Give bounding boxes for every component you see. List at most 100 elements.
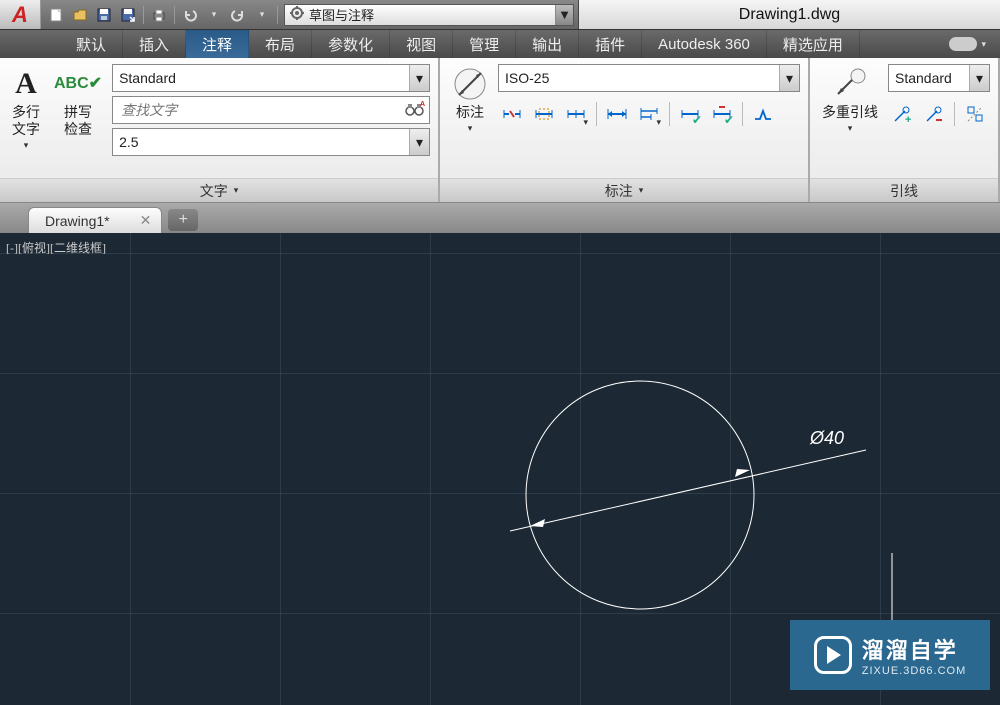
dim-style-dropdown[interactable]: ISO-25 ▾ [498, 64, 800, 92]
separator [669, 102, 670, 126]
tab-insert[interactable]: 插入 [123, 30, 186, 58]
watermark: 溜溜自学 ZIXUE.3D66.COM [790, 620, 990, 690]
tab-output[interactable]: 输出 [516, 30, 579, 58]
tab-manage[interactable]: 管理 [453, 30, 516, 58]
dim-continue-icon[interactable]: ▾ [562, 100, 590, 128]
save-icon[interactable] [93, 4, 115, 26]
chevron-down-icon[interactable]: ▾ [409, 129, 429, 155]
dimension-text: Ø40 [810, 428, 844, 449]
app-logo[interactable]: A [0, 0, 40, 29]
chevron-down-icon: ▾ [24, 140, 29, 151]
spellcheck-label: 拼写 检查 [64, 104, 92, 138]
tab-layout[interactable]: 布局 [249, 30, 312, 58]
drawing-canvas[interactable]: [-][俯视][二维线框] Ø40 溜溜自学 ZIXUE.3D66.COM [0, 233, 1000, 705]
tab-default[interactable]: 默认 [60, 30, 123, 58]
panel-text: A 多行 文字 ▾ ABC✔ 拼写 检查 Standard ▾ ABC [0, 58, 440, 202]
mtext-label: 多行 文字 [12, 104, 40, 138]
chevron-down-icon[interactable]: ▼ [555, 5, 573, 25]
chevron-down-icon: ▾ [234, 185, 239, 196]
tab-featured[interactable]: 精选应用 [767, 30, 860, 58]
saveas-icon[interactable] [117, 4, 139, 26]
watermark-sub: ZIXUE.3D66.COM [862, 665, 966, 677]
chevron-down-icon: ▾ [639, 185, 644, 196]
chevron-down-icon[interactable]: ▾ [969, 65, 989, 91]
separator [174, 6, 175, 24]
separator [277, 6, 278, 24]
document-tabs: Drawing1* ✕ + [0, 203, 1000, 233]
panel-leader: 多重引线 ▾ Standard ▾ + 引线 [810, 58, 1000, 202]
dim-style-value: ISO-25 [505, 70, 549, 86]
dim-tools-row: ▾ ▾ ✔ ✔ [498, 96, 800, 128]
leader-add-icon[interactable]: + [888, 100, 916, 128]
qat-dropdown-icon[interactable]: ▾ [203, 4, 225, 26]
qat-dropdown-icon[interactable]: ▾ [251, 4, 273, 26]
tab-annotate[interactable]: 注释 [186, 30, 249, 58]
leader-align-icon[interactable] [961, 100, 989, 128]
dim-adjust-icon[interactable] [530, 100, 558, 128]
chevron-down-icon[interactable]: ▾ [779, 65, 799, 91]
ribbon-tabs: 默认 插入 注释 布局 参数化 视图 管理 输出 插件 Autodesk 360… [0, 30, 1000, 58]
panel-title-dimension[interactable]: 标注 ▾ [440, 178, 808, 202]
dim-jog-icon[interactable] [749, 100, 777, 128]
close-tab-icon[interactable]: ✕ [140, 212, 152, 229]
text-a-icon: A [15, 66, 37, 102]
document-tab-label: Drawing1* [45, 213, 110, 229]
undo-icon[interactable] [179, 4, 201, 26]
leader-style-dropdown[interactable]: Standard ▾ [888, 64, 990, 92]
print-icon[interactable] [148, 4, 170, 26]
svg-text:ABC: ABC [420, 101, 425, 108]
workspace-dropdown[interactable]: 草图与注释 ▼ [284, 4, 574, 26]
new-icon[interactable] [45, 4, 67, 26]
dim-break-icon[interactable] [498, 100, 526, 128]
ribbon: A 多行 文字 ▾ ABC✔ 拼写 检查 Standard ▾ ABC [0, 58, 1000, 203]
redo-icon[interactable] [227, 4, 249, 26]
chevron-down-icon: ▾ [468, 123, 473, 134]
svg-text:+: + [905, 114, 911, 125]
tab-autodesk360[interactable]: Autodesk 360 [642, 30, 767, 58]
watermark-title: 溜溜自学 [862, 633, 966, 665]
quick-access-toolbar: ▾ ▾ 草图与注释 ▼ [40, 0, 579, 29]
ribbon-collapse-button[interactable]: ▾ [935, 30, 1000, 58]
title-bar: A ▾ ▾ 草图与注释 ▼ [0, 0, 1000, 30]
window-title: Drawing1.dwg [579, 0, 1000, 29]
workspace-label: 草图与注释 [309, 5, 374, 24]
panel-dimension: 标注 ▾ ISO-25 ▾ ▾ ▾ ✔ ✔ [440, 58, 810, 202]
spellcheck-icon: ABC✔ [54, 66, 102, 102]
gear-icon [289, 5, 305, 24]
document-tab[interactable]: Drawing1* ✕ [28, 207, 162, 233]
panel-title-text[interactable]: 文字 ▾ [0, 178, 438, 202]
text-style-value: Standard [119, 70, 176, 86]
chevron-down-icon[interactable]: ▾ [409, 65, 429, 91]
add-tab-button[interactable]: + [168, 209, 198, 231]
separator [143, 6, 144, 24]
tab-view[interactable]: 视图 [390, 30, 453, 58]
play-icon [814, 636, 852, 674]
dim-update-icon[interactable]: ✔ [676, 100, 704, 128]
mtext-button[interactable]: A 多行 文字 ▾ [8, 64, 44, 153]
separator [954, 102, 955, 126]
text-style-dropdown[interactable]: Standard ▾ [112, 64, 430, 92]
panel-title-leader[interactable]: 引线 [810, 178, 998, 202]
dim-baseline-icon[interactable]: ▾ [635, 100, 663, 128]
dimension-icon [452, 66, 488, 102]
dimension-button[interactable]: 标注 ▾ [448, 64, 492, 136]
spellcheck-button[interactable]: ABC✔ 拼写 检查 [50, 64, 106, 140]
binoculars-icon[interactable]: ABC [405, 101, 425, 120]
open-icon[interactable] [69, 4, 91, 26]
leader-style-value: Standard [895, 70, 952, 86]
dim-quick-icon[interactable] [603, 100, 631, 128]
find-text-input[interactable]: ABC [112, 96, 430, 124]
leader-tools-row: + [888, 96, 990, 128]
find-text-field[interactable] [119, 101, 423, 119]
mleader-icon [832, 66, 868, 102]
mleader-button[interactable]: 多重引线 ▾ [818, 64, 882, 136]
leader-remove-icon[interactable] [920, 100, 948, 128]
tab-plugin[interactable]: 插件 [579, 30, 642, 58]
separator [742, 102, 743, 126]
text-height-value: 2.5 [119, 134, 138, 150]
chevron-down-icon: ▾ [848, 123, 853, 134]
dim-override-icon[interactable]: ✔ [708, 100, 736, 128]
separator [596, 102, 597, 126]
tab-parametric[interactable]: 参数化 [312, 30, 390, 58]
text-height-dropdown[interactable]: 2.5 ▾ [112, 128, 430, 156]
